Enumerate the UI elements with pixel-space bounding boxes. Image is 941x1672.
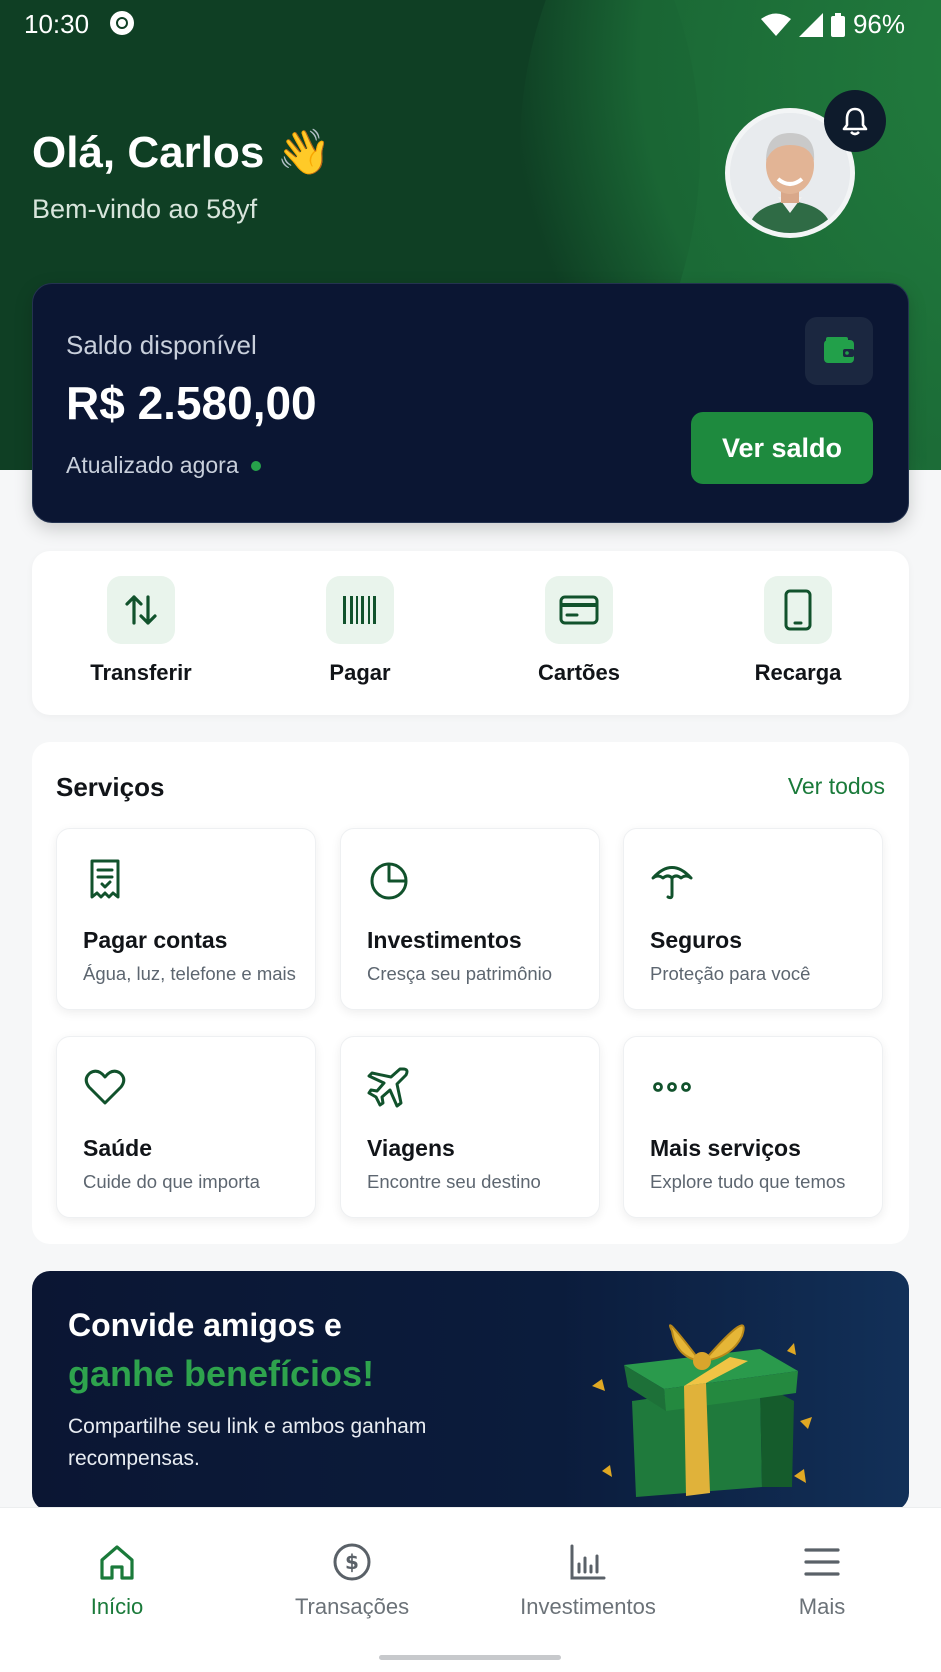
quick-action-pagar[interactable]: Pagar (260, 576, 460, 686)
nav-label: Início (90, 1594, 144, 1619)
service-card-saude[interactable]: Saúde Cuide do que importa (56, 1036, 316, 1218)
pie-chart-icon (370, 862, 408, 900)
service-title: Saúde (83, 1135, 153, 1161)
service-subtitle: Proteção para você (650, 963, 811, 984)
umbrella-icon (651, 866, 693, 900)
notification-bell-button[interactable] (824, 90, 886, 152)
services-section: Serviços Ver todos Pagar contas Água, lu… (32, 742, 909, 1244)
promo-line2: ganhe benefícios! (68, 1353, 375, 1394)
service-subtitle: Cuide do que importa (83, 1171, 260, 1192)
home-indicator[interactable] (379, 1655, 561, 1660)
see-all-link[interactable]: Ver todos (788, 773, 885, 800)
service-title: Seguros (650, 927, 743, 953)
quick-action-label: Cartões (538, 660, 620, 685)
quick-action-label: Recarga (754, 660, 842, 685)
service-title: Pagar contas (83, 927, 228, 953)
more-icon (653, 1082, 691, 1092)
online-dot (250, 460, 261, 471)
nav-inicio[interactable]: Início (17, 1542, 217, 1620)
greeting-subtitle: Bem-vindo ao 58yf (32, 194, 258, 224)
service-title: Mais serviços (650, 1135, 801, 1161)
service-card-pagar-contas[interactable]: Pagar contas Água, luz, telefone e mais (56, 828, 316, 1010)
promo-line1: Convide amigos e (68, 1307, 342, 1343)
card-icon (545, 576, 613, 644)
service-subtitle: Encontre seu destino (367, 1171, 541, 1192)
promo-text: Compartilhe seu link e ambos ganham reco… (68, 1415, 427, 1470)
quick-action-recarga[interactable]: Recarga (698, 576, 898, 686)
notification-icon (110, 11, 134, 35)
quick-actions: Transferir Pagar Cartões Recarga (32, 551, 909, 715)
updated-text: Atualizado agora (66, 452, 239, 478)
services-title: Serviços (56, 772, 165, 802)
gift-icon (592, 1324, 812, 1497)
home-icon (100, 1545, 134, 1580)
service-card-mais-servicos[interactable]: Mais serviços Explore tudo que temos (623, 1036, 883, 1218)
nav-label: Mais (798, 1594, 846, 1619)
service-card-investimentos[interactable]: Investimentos Cresça seu patrimônio (340, 828, 600, 1010)
balance-card: Saldo disponível R$ 2.580,00 Atualizado … (32, 283, 909, 523)
quick-action-cartoes[interactable]: Cartões (479, 576, 679, 686)
svg-text:$: $ (345, 1550, 359, 1574)
balance-updated: Atualizado agora (66, 452, 261, 479)
bar-chart-icon (570, 1544, 606, 1580)
signal-icon (798, 12, 823, 37)
service-card-seguros[interactable]: Seguros Proteção para você (623, 828, 883, 1010)
nav-label: Investimentos (520, 1594, 656, 1619)
quick-action-transferir[interactable]: Transferir (41, 576, 241, 686)
service-subtitle: Explore tudo que temos (650, 1171, 846, 1192)
service-title: Investimentos (367, 927, 522, 953)
status-bar: 10:30 96% (0, 0, 941, 46)
phone-icon (764, 576, 832, 644)
service-subtitle: Água, luz, telefone e mais (83, 963, 296, 984)
bottom-nav: Início $ Transações Investimentos Mais (0, 1507, 941, 1672)
balance-label: Saldo disponível (66, 330, 257, 360)
receipt-icon (90, 859, 120, 899)
referral-banner[interactable]: Convide amigos e ganhe benefícios! Compa… (32, 1271, 909, 1511)
battery-level: 96% (852, 9, 905, 39)
greeting-title: Olá, Carlos 👋 (32, 128, 332, 177)
nav-mais[interactable]: Mais (722, 1542, 922, 1620)
balance-amount: R$ 2.580,00 (66, 377, 317, 429)
nav-investimentos[interactable]: Investimentos (488, 1542, 688, 1620)
bell-icon (842, 107, 868, 136)
nav-transacoes[interactable]: $ Transações (252, 1542, 452, 1620)
wifi-icon (760, 13, 791, 36)
plane-icon (367, 1067, 409, 1108)
wallet-icon[interactable] (805, 317, 873, 385)
status-time: 10:30 (24, 9, 90, 39)
quick-action-label: Pagar (329, 660, 391, 685)
dollar-icon: $ (333, 1543, 371, 1581)
menu-icon (804, 1548, 840, 1576)
service-card-viagens[interactable]: Viagens Encontre seu destino (340, 1036, 600, 1218)
transfer-icon (107, 576, 175, 644)
quick-action-label: Transferir (90, 660, 192, 685)
barcode-icon (326, 576, 394, 644)
view-balance-button[interactable]: Ver saldo (691, 412, 873, 484)
service-subtitle: Cresça seu patrimônio (367, 963, 553, 984)
heart-icon (84, 1069, 126, 1105)
nav-label: Transações (294, 1594, 410, 1619)
battery-icon (830, 12, 845, 37)
service-title: Viagens (367, 1135, 455, 1161)
